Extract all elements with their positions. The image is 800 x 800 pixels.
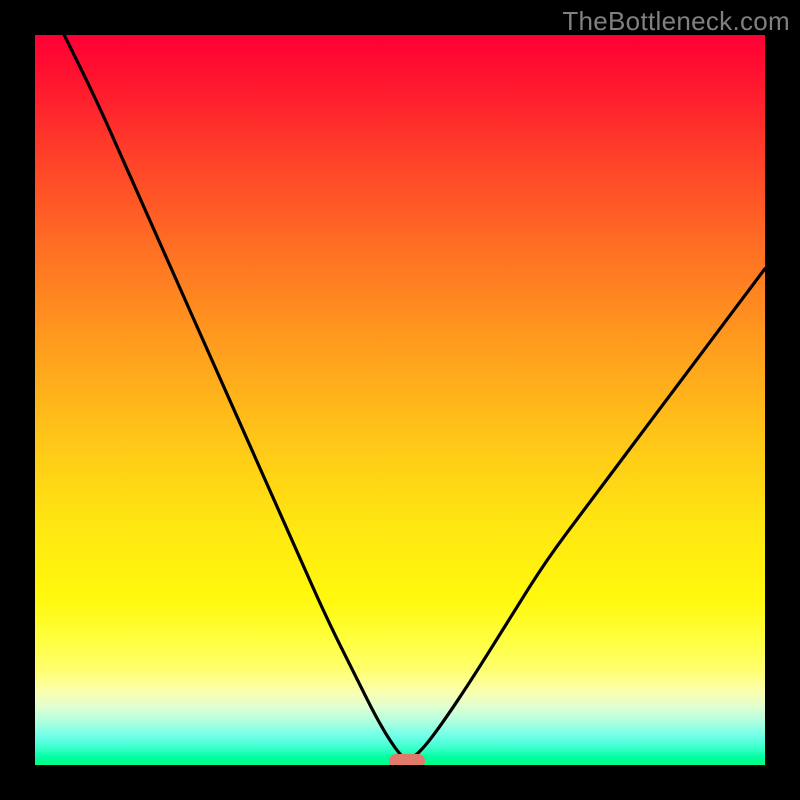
bottleneck-curve: [35, 35, 765, 765]
chart-frame: TheBottleneck.com: [0, 0, 800, 800]
minimum-marker: [389, 754, 425, 765]
plot-area: [35, 35, 765, 765]
watermark-text: TheBottleneck.com: [562, 6, 790, 37]
